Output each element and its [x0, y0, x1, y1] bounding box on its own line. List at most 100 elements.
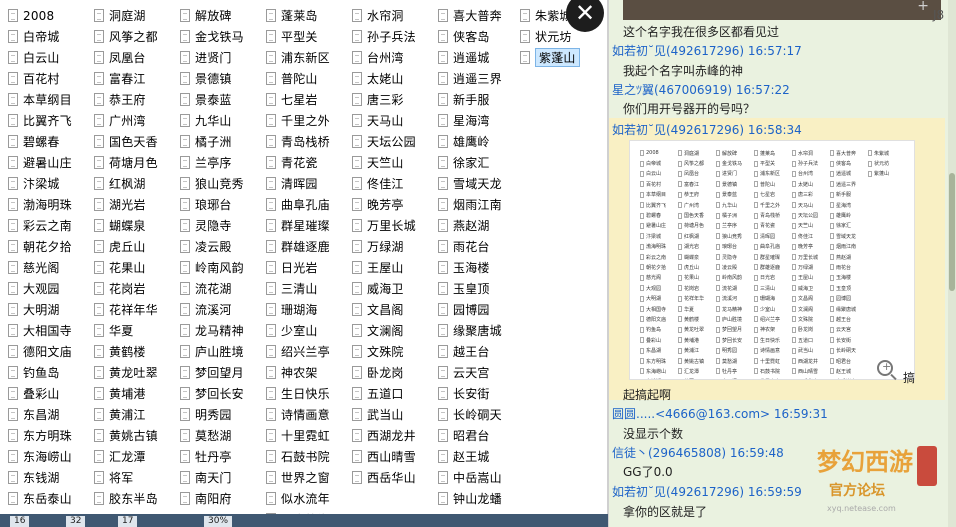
file-item[interactable]: 大观园	[8, 278, 94, 299]
file-item[interactable]: 群星璀璨	[266, 215, 352, 236]
file-item[interactable]: 燕赵湖	[438, 215, 524, 236]
file-item[interactable]: 青岛栈桥	[266, 131, 352, 152]
file-item[interactable]: 文澜阁	[352, 320, 438, 341]
file-item[interactable]: 东钱湖	[8, 467, 94, 488]
file-item[interactable]: 园博园	[438, 299, 524, 320]
file-item[interactable]: 大明湖	[8, 299, 94, 320]
file-item[interactable]: 胶东半岛	[94, 488, 180, 509]
file-item[interactable]: 石鼓书院	[266, 446, 352, 467]
file-item[interactable]: 威海卫	[352, 278, 438, 299]
file-item[interactable]: 庐山胜境	[180, 341, 266, 362]
taskbar-item[interactable]: 30%	[204, 516, 233, 527]
file-item[interactable]: 烟雨江南	[438, 194, 524, 215]
file-item[interactable]: 徐家汇	[438, 152, 524, 173]
file-item[interactable]: 荷塘月色	[94, 152, 180, 173]
chat-sender-header[interactable]: 如若初˘见(492617296) 16:57:17	[612, 42, 802, 59]
file-item[interactable]: 文殊院	[352, 341, 438, 362]
file-item[interactable]: 牡丹亭	[180, 446, 266, 467]
file-item[interactable]: 文昌阁	[352, 299, 438, 320]
file-item[interactable]: 长岭硐天	[438, 404, 524, 425]
file-item[interactable]: 汇龙潭	[94, 446, 180, 467]
file-item[interactable]: 侠客岛	[438, 26, 524, 47]
file-item[interactable]: 避暑山庄	[8, 152, 94, 173]
file-item[interactable]: 武当山	[352, 404, 438, 425]
file-item[interactable]: 珊瑚海	[266, 299, 352, 320]
chat-scrollbar-thumb[interactable]	[949, 173, 955, 291]
file-item[interactable]: 卧龙岗	[352, 362, 438, 383]
file-item[interactable]: 流溪河	[180, 299, 266, 320]
file-item[interactable]: 中岳嵩山	[438, 467, 524, 488]
file-item[interactable]: 花祥年华	[94, 299, 180, 320]
file-item[interactable]: 风筝之都	[94, 26, 180, 47]
file-item[interactable]: 普陀山	[266, 68, 352, 89]
file-item[interactable]: 九华山	[180, 110, 266, 131]
taskbar-item[interactable]: 16	[10, 516, 30, 527]
file-item[interactable]: 晚芳亭	[352, 194, 438, 215]
file-item[interactable]: 彩云之南	[8, 215, 94, 236]
file-item[interactable]: 雨花台	[438, 236, 524, 257]
file-item[interactable]: 兰亭序	[180, 152, 266, 173]
file-item[interactable]: 黄浦江	[94, 404, 180, 425]
file-item[interactable]: 越王台	[438, 341, 524, 362]
file-item[interactable]: 黄姚古镇	[94, 425, 180, 446]
file-item[interactable]: 天马山	[352, 110, 438, 131]
file-item[interactable]: 黄龙吐翠	[94, 362, 180, 383]
file-item[interactable]: 玉海楼	[438, 257, 524, 278]
file-item[interactable]: 世界之窗	[266, 467, 352, 488]
file-item[interactable]: 西岳华山	[352, 467, 438, 488]
file-item[interactable]: 大相国寺	[8, 320, 94, 341]
file-item[interactable]: 逍遥城	[438, 47, 524, 68]
file-item[interactable]: 朝花夕拾	[8, 236, 94, 257]
file-item[interactable]: 蝴蝶泉	[94, 215, 180, 236]
zoom-icon[interactable]: +	[877, 360, 893, 376]
file-item[interactable]: 天坛公园	[352, 131, 438, 152]
file-item[interactable]: 红枫湖	[94, 173, 180, 194]
file-item[interactable]: 唐三彩	[352, 89, 438, 110]
file-item[interactable]: 东昌湖	[8, 404, 94, 425]
file-item[interactable]: 国色天香	[94, 131, 180, 152]
file-item[interactable]: 雄鹰岭	[438, 131, 524, 152]
chat-sender-header[interactable]: 如若初˘见(492617296) 16:58:34	[612, 121, 802, 138]
file-item[interactable]: 黄埔港	[94, 383, 180, 404]
file-item[interactable]: 星海湾	[438, 110, 524, 131]
file-item[interactable]: 长安街	[438, 383, 524, 404]
file-item[interactable]: 浦东新区	[266, 47, 352, 68]
file-item[interactable]: 将军	[94, 467, 180, 488]
file-item[interactable]: 钓鱼岛	[8, 362, 94, 383]
file-item[interactable]: 广州湾	[94, 110, 180, 131]
file-item[interactable]: 平型关	[266, 26, 352, 47]
file-item[interactable]: 蓬莱岛	[266, 5, 352, 26]
file-item[interactable]: 三清山	[266, 278, 352, 299]
file-item[interactable]: 少室山	[266, 320, 352, 341]
file-item[interactable]: 叠彩山	[8, 383, 94, 404]
file-item[interactable]: 花果山	[94, 257, 180, 278]
file-item[interactable]: 碧螺春	[8, 131, 94, 152]
file-item[interactable]: 神农架	[266, 362, 352, 383]
file-item[interactable]: 太姥山	[352, 68, 438, 89]
file-item[interactable]: 缘聚唐城	[438, 320, 524, 341]
file-item[interactable]: 青花瓷	[266, 152, 352, 173]
file-item[interactable]: 云天宫	[438, 362, 524, 383]
file-item[interactable]: 玉皇顶	[438, 278, 524, 299]
file-item[interactable]: 东方明珠	[8, 425, 94, 446]
file-item[interactable]: 西山晴雪	[352, 446, 438, 467]
file-item[interactable]: 绍兴兰亭	[266, 341, 352, 362]
file-item[interactable]: 东海崂山	[8, 446, 94, 467]
chat-sender-header[interactable]: 星之ﾂ翼(467006919) 16:57:22	[612, 81, 790, 98]
file-item[interactable]: 富春江	[94, 68, 180, 89]
file-item[interactable]: 岭南风韵	[180, 257, 266, 278]
file-item[interactable]: 流花湖	[180, 278, 266, 299]
file-item[interactable]: 万里长城	[352, 215, 438, 236]
file-item[interactable]: 诗情画意	[266, 404, 352, 425]
file-item[interactable]: 佟佳江	[352, 173, 438, 194]
file-item[interactable]: 赵王城	[438, 446, 524, 467]
file-item[interactable]: 天竺山	[352, 152, 438, 173]
file-item[interactable]: 进贤门	[180, 47, 266, 68]
taskbar-item[interactable]: 17	[118, 516, 138, 527]
file-item[interactable]: 景德镇	[180, 68, 266, 89]
file-item[interactable]: 雪域天龙	[438, 173, 524, 194]
file-item[interactable]: 南阳府	[180, 488, 266, 509]
file-item[interactable]: 狼山竞秀	[180, 173, 266, 194]
file-item[interactable]: 本草纲目	[8, 89, 94, 110]
file-item[interactable]: 南天门	[180, 467, 266, 488]
